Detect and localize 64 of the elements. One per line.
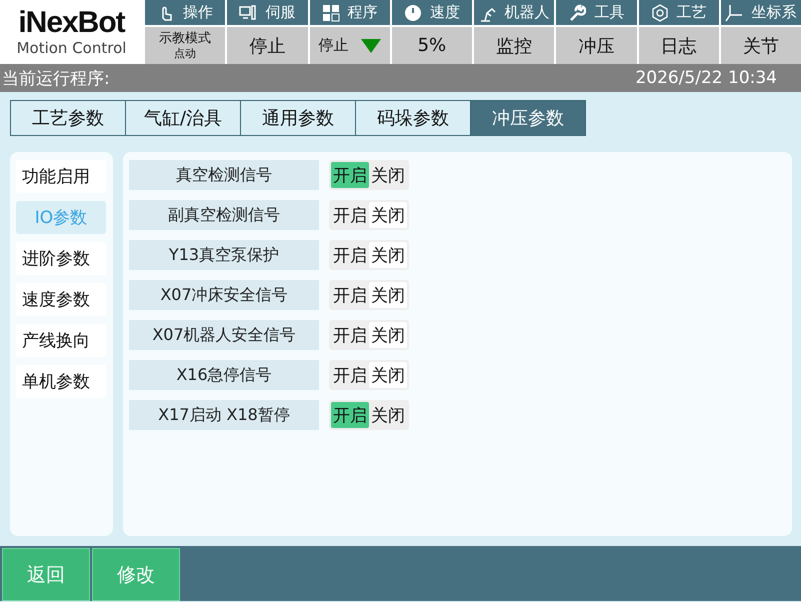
setting-label: X16急停信号 — [129, 360, 319, 390]
off-option[interactable]: 关闭 — [369, 282, 407, 308]
axes-icon — [725, 4, 744, 22]
setting-label: X07机器人安全信号 — [129, 320, 319, 350]
menu-tab[interactable]: 操作 — [145, 0, 226, 25]
setting-label: 副真空检测信号 — [129, 200, 319, 230]
on-off-toggle[interactable]: 开启 关闭 — [329, 240, 409, 270]
menu-tab[interactable]: 工具 — [556, 0, 636, 25]
menu-tab[interactable]: 程序 — [310, 0, 390, 25]
menu-tab[interactable]: 速度 — [392, 0, 472, 25]
sidebar-item[interactable]: 进阶参数 — [16, 242, 106, 275]
on-off-toggle[interactable]: 开启 关闭 — [329, 320, 409, 350]
on-off-toggle[interactable]: 开启 关闭 — [329, 160, 409, 190]
on-option[interactable]: 开启 — [331, 282, 369, 308]
status-button[interactable]: 5% — [392, 27, 472, 64]
sidebar-item[interactable]: 单机参数 — [16, 365, 106, 398]
brand-logo: iNexBot — [18, 7, 125, 39]
brand-tagline: Motion Control — [16, 39, 126, 57]
status-button[interactable]: 停止 — [227, 27, 308, 64]
menu-tab[interactable]: 机器人 — [474, 0, 554, 25]
sidebar-item[interactable]: 功能启用 — [16, 160, 106, 193]
menu-tab[interactable]: 工艺 — [638, 0, 719, 25]
off-option[interactable]: 关闭 — [369, 402, 407, 428]
tab[interactable]: 工艺参数 — [10, 100, 126, 136]
wrench-icon — [568, 4, 586, 22]
off-option[interactable]: 关闭 — [369, 162, 407, 188]
tab[interactable]: 冲压参数 — [470, 100, 586, 136]
hexagon-icon — [650, 4, 669, 22]
on-off-toggle[interactable]: 开启 关闭 — [329, 400, 409, 430]
on-option[interactable]: 开启 — [331, 402, 369, 428]
sidebar-item[interactable]: 速度参数 — [16, 283, 106, 316]
tab[interactable]: 码垛参数 — [355, 100, 471, 136]
status-button[interactable]: 冲压 — [556, 27, 636, 64]
setting-label: X07冲床安全信号 — [129, 280, 319, 310]
setting-label: Y13真空泵保护 — [129, 240, 319, 270]
menu-tab[interactable]: 伺服 — [227, 0, 308, 25]
on-option[interactable]: 开启 — [331, 202, 369, 228]
on-option[interactable]: 开启 — [331, 242, 369, 268]
tab[interactable]: 通用参数 — [240, 100, 356, 136]
monitor-icon — [239, 4, 258, 22]
status-button[interactable]: 关节 — [720, 27, 801, 64]
setting-label: 真空检测信号 — [129, 160, 319, 190]
on-off-toggle[interactable]: 开启 关闭 — [329, 280, 409, 310]
status-button[interactable]: 监控 — [474, 27, 554, 64]
on-option[interactable]: 开启 — [331, 322, 369, 348]
gauge-icon — [404, 4, 422, 22]
datetime: 2026/5/22 10:34 — [635, 68, 777, 88]
off-option[interactable]: 关闭 — [369, 202, 407, 228]
on-option[interactable]: 开启 — [331, 362, 369, 388]
mode-button[interactable]: 示教模式 点动 — [145, 27, 226, 64]
current-program-label: 当前运行程序: — [2, 68, 110, 90]
on-off-toggle[interactable]: 开启 关闭 — [329, 200, 409, 230]
on-option[interactable]: 开启 — [331, 162, 369, 188]
on-off-toggle[interactable]: 开启 关闭 — [329, 360, 409, 390]
setting-label: X17启动 X18暂停 — [129, 400, 319, 430]
off-option[interactable]: 关闭 — [369, 362, 407, 388]
status-button[interactable]: 停止 — [310, 27, 390, 64]
tab[interactable]: 气缸/治具 — [125, 100, 241, 136]
off-option[interactable]: 关闭 — [369, 322, 407, 348]
menu-tab[interactable]: 坐标系 — [720, 0, 801, 25]
off-option[interactable]: 关闭 — [369, 242, 407, 268]
sidebar-item[interactable]: 产线换向 — [16, 324, 106, 357]
grid-icon — [322, 4, 340, 22]
status-button[interactable]: 日志 — [638, 27, 719, 64]
